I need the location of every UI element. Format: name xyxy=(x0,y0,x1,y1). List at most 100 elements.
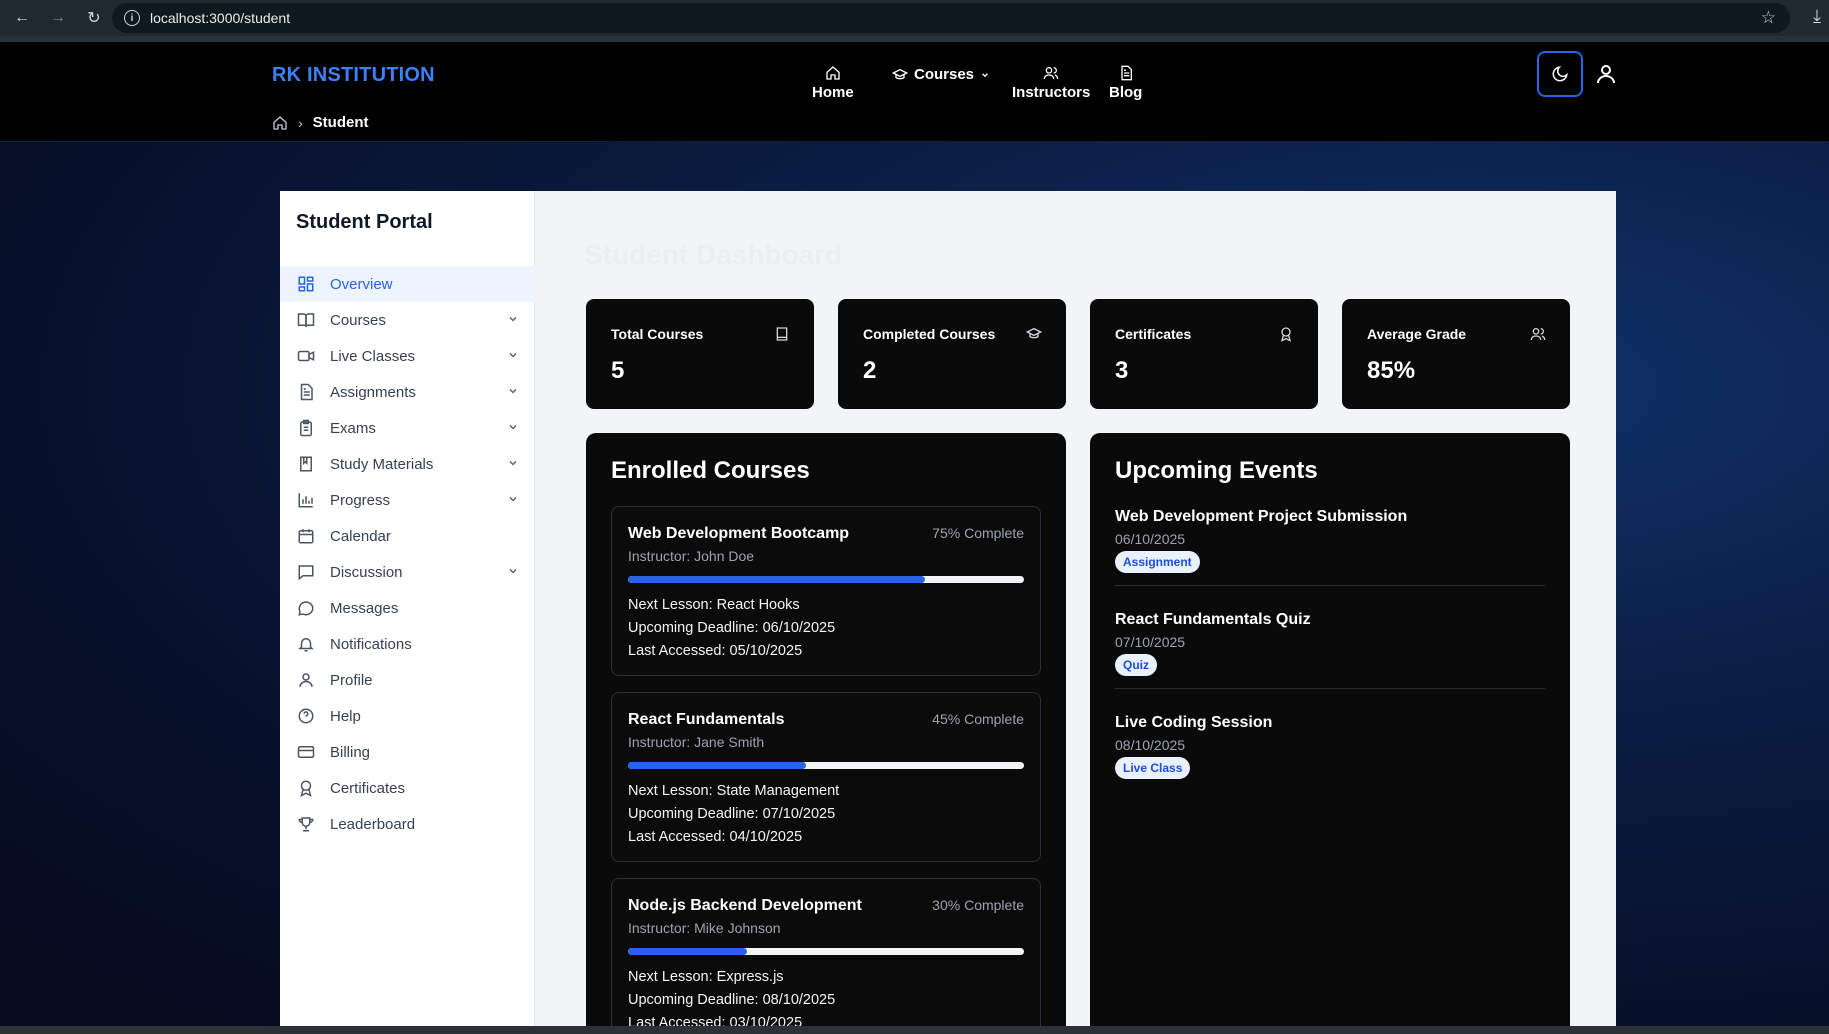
book-icon xyxy=(774,326,790,342)
event-type-badge: Assignment xyxy=(1115,551,1200,573)
sidebar-item-label: Leaderboard xyxy=(330,815,416,833)
award-icon xyxy=(1278,326,1294,342)
sidebar-item-exams[interactable]: Exams xyxy=(280,410,535,446)
sidebar-item-notifications[interactable]: Notifications xyxy=(280,626,535,662)
help-circle-icon xyxy=(296,706,316,726)
page-title: Student Dashboard xyxy=(584,239,843,270)
chevron-down-icon xyxy=(982,72,988,77)
graduation-cap-icon xyxy=(892,68,908,79)
progress-bar xyxy=(628,576,1024,583)
trophy-icon xyxy=(296,814,316,834)
stat-value: 2 xyxy=(863,357,877,384)
sidebar-item-progress[interactable]: Progress xyxy=(280,482,535,518)
sidebar-item-assignments[interactable]: Assignments xyxy=(280,374,535,410)
user-icon[interactable] xyxy=(1594,62,1618,86)
bookmark-star-icon[interactable]: ☆ xyxy=(1761,8,1776,28)
back-icon[interactable]: ← xyxy=(8,4,36,32)
nav-home-label: Home xyxy=(812,84,854,101)
sidebar-item-calendar[interactable]: Calendar xyxy=(280,518,535,554)
nav-home[interactable]: Home xyxy=(812,64,854,101)
upcoming-events-panel: Upcoming Events Web Development Project S… xyxy=(1090,433,1570,1027)
progress-bar-fill xyxy=(628,762,807,769)
clipboard-icon xyxy=(296,418,316,438)
theme-toggle-button[interactable] xyxy=(1537,51,1583,97)
sidebar-item-overview[interactable]: Overview xyxy=(280,266,535,302)
sidebar-item-label: Notifications xyxy=(330,635,412,653)
chevron-down-icon[interactable] xyxy=(507,421,519,433)
chevron-down-icon[interactable] xyxy=(507,313,519,325)
chevron-down-icon[interactable] xyxy=(507,493,519,505)
course-next-lesson: Next Lesson: State Management xyxy=(628,783,840,799)
chevron-down-icon[interactable] xyxy=(507,565,519,577)
sidebar-item-messages[interactable]: Messages xyxy=(280,590,535,626)
browser-toolbar: ← → ↻ i localhost:3000/student ☆ ⤓ xyxy=(0,0,1829,36)
stat-card-completed-courses: Completed Courses 2 xyxy=(838,299,1066,409)
progress-bar xyxy=(628,948,1024,955)
sidebar-item-study-materials[interactable]: Study Materials xyxy=(280,446,535,482)
course-card[interactable]: React Fundamentals 45% Complete Instructor… xyxy=(611,692,1041,862)
bell-icon xyxy=(296,634,316,654)
enrolled-courses-panel: Enrolled Courses Web Development Bootcamp… xyxy=(586,433,1066,1027)
book-open-icon xyxy=(296,310,316,330)
credit-card-icon xyxy=(296,742,316,762)
download-icon[interactable]: ⤓ xyxy=(1813,6,1821,27)
main-content: Student Dashboard Total Courses 5 Complete… xyxy=(536,191,1616,1027)
sidebar-item-label: Calendar xyxy=(330,527,391,545)
forward-icon[interactable]: → xyxy=(44,4,72,32)
nav-courses-label: Courses xyxy=(914,66,975,83)
course-name: Web Development Bootcamp xyxy=(628,525,850,542)
course-card[interactable]: Web Development Bootcamp 75% Complete Inst… xyxy=(611,506,1041,676)
nav-courses[interactable]: Courses xyxy=(892,66,990,83)
sidebar-menu: Overview Courses Live Classes Assignment… xyxy=(280,266,535,842)
event-date: 07/10/2025 xyxy=(1115,634,1186,650)
site-logo[interactable]: RK INSTITUTION xyxy=(272,64,435,87)
stat-label: Total Courses xyxy=(611,326,704,342)
nav-instructors[interactable]: Instructors xyxy=(1012,64,1090,101)
nav-blog[interactable]: Blog xyxy=(1109,64,1142,101)
users-icon xyxy=(1530,326,1546,342)
moon-icon xyxy=(1552,66,1568,82)
course-card[interactable]: Node.js Backend Development 30% Complete I… xyxy=(611,878,1041,1027)
sidebar-item-discussion[interactable]: Discussion xyxy=(280,554,535,590)
event-item[interactable]: Web Development Project Submission 06/10/… xyxy=(1115,508,1545,586)
course-deadline: Upcoming Deadline: 07/10/2025 xyxy=(628,806,836,822)
divider xyxy=(1115,585,1545,586)
panel-title: Upcoming Events xyxy=(1115,457,1318,484)
book-icon xyxy=(296,454,316,474)
chevron-down-icon[interactable] xyxy=(507,385,519,397)
sidebar-item-courses[interactable]: Courses xyxy=(280,302,535,338)
stat-label: Average Grade xyxy=(1367,326,1467,342)
sidebar-item-help[interactable]: Help xyxy=(280,698,535,734)
event-date: 06/10/2025 xyxy=(1115,531,1186,547)
home-icon[interactable] xyxy=(272,115,288,131)
stat-value: 5 xyxy=(611,357,625,384)
sidebar-item-live-classes[interactable]: Live Classes xyxy=(280,338,535,374)
url-text: localhost:3000/student xyxy=(150,10,291,26)
nav-instructors-label: Instructors xyxy=(1012,84,1091,101)
progress-bar-fill xyxy=(628,576,925,583)
sidebar-item-leaderboard[interactable]: Leaderboard xyxy=(280,806,535,842)
address-bar[interactable]: i localhost:3000/student ☆ xyxy=(112,3,1790,33)
sidebar-item-label: Exams xyxy=(330,419,376,437)
chevron-down-icon[interactable] xyxy=(507,349,519,361)
bottom-edge xyxy=(0,1026,1829,1034)
event-item[interactable]: React Fundamentals Quiz 07/10/2025 Quiz xyxy=(1115,611,1545,689)
chevron-down-icon[interactable] xyxy=(507,457,519,469)
course-deadline: Upcoming Deadline: 08/10/2025 xyxy=(628,992,836,1008)
sidebar-item-certificates[interactable]: Certificates xyxy=(280,770,535,806)
event-item[interactable]: Live Coding Session 08/10/2025 Live Class xyxy=(1115,714,1545,779)
nav-blog-label: Blog xyxy=(1109,84,1143,101)
stat-label: Certificates xyxy=(1115,326,1192,342)
user-icon xyxy=(296,670,316,690)
file-text-icon xyxy=(296,382,316,402)
sidebar-item-billing[interactable]: Billing xyxy=(280,734,535,770)
sidebar-item-profile[interactable]: Profile xyxy=(280,662,535,698)
reload-icon[interactable]: ↻ xyxy=(80,4,108,32)
event-name: React Fundamentals Quiz xyxy=(1115,611,1311,628)
event-date: 08/10/2025 xyxy=(1115,737,1186,753)
course-next-lesson: Next Lesson: React Hooks xyxy=(628,597,800,613)
stat-card-average-grade: Average Grade 85% xyxy=(1342,299,1570,409)
site-info-icon[interactable]: i xyxy=(124,10,140,26)
sidebar-item-label: Profile xyxy=(330,671,373,689)
sidebar-item-label: Help xyxy=(330,707,361,725)
